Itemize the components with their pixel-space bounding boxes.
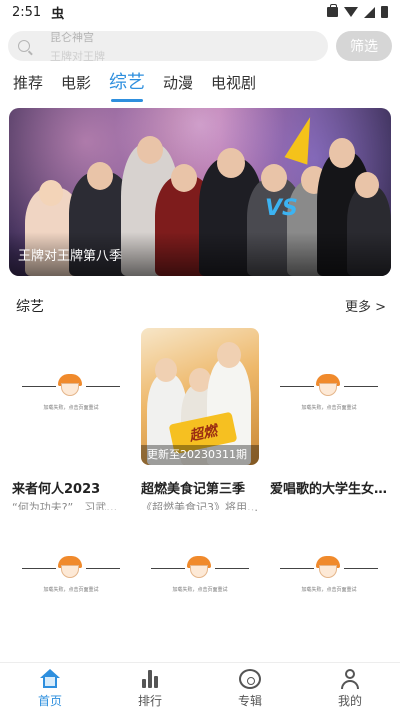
search-hint-carousel: 昆仑神宫 王牌对王牌 [50,31,310,61]
search-input[interactable]: 昆仑神宫 王牌对王牌 [8,31,328,61]
mascot-icon [187,556,211,578]
nav-home[interactable]: 首页 [0,663,100,711]
status-time: 2:51 [12,4,42,20]
search-hint-secondary: 王牌对王牌 [50,50,105,61]
placeholder-line [280,568,314,569]
tab-tv-series[interactable]: 电视剧 [211,70,256,96]
placeholder-line [86,386,120,387]
show-thumbnail: 加载失败，点击页面重试 [12,328,130,465]
placeholder-text: 加载失败，点击页面重试 [301,405,357,411]
profile-icon [339,669,361,689]
show-thumbnail: 超燃 更新至20230311期 [141,328,259,465]
banner-figure-head [39,180,63,206]
search-row: 昆仑神宫 王牌对王牌 筛选 [8,31,392,61]
section-header-variety: 综艺 更多 > [16,296,386,316]
status-icons [327,4,388,18]
banner-figure-head [171,164,197,192]
load-failed-placeholder: 加载失败，点击页面重试 [12,328,130,465]
show-thumbnail: 加载失败，点击页面重试 [270,328,388,465]
tab-anime[interactable]: 动漫 [163,70,193,96]
mascot-icon [58,374,82,396]
banner-figure-head [329,138,355,168]
banner-figure-head [355,172,379,198]
featured-banner[interactable]: VS 王牌对王牌第八季 [9,108,391,276]
placeholder-line [344,568,378,569]
briefcase-icon [327,4,338,17]
show-thumbnail: 加载失败，点击页面重试 [141,510,259,647]
banner-caption: 王牌对王牌第八季 [18,249,123,264]
banner-figure-head [87,162,113,190]
app-notification-icon: 虫 [51,6,65,22]
show-title: 来者何人2023 [12,482,101,497]
tab-variety[interactable]: 综艺 [109,70,145,102]
load-failed-placeholder: 加载失败，点击页面重试 [141,510,259,647]
nav-ranking[interactable]: 排行 [100,663,200,711]
placeholder-text: 加载失败，点击页面重试 [43,405,99,411]
filter-button[interactable]: 筛选 [336,31,392,61]
placeholder-line [151,568,185,569]
placeholder-text: 加载失败，点击页面重试 [43,587,99,593]
banner-figure-head [261,164,287,192]
show-thumbnail: 加载失败，点击页面重试 [270,510,388,647]
tab-recommend[interactable]: 推荐 [13,70,43,96]
mascot-icon [58,556,82,578]
load-failed-placeholder: 加载失败，点击页面重试 [270,510,388,647]
placeholder-line [215,568,249,569]
nav-label: 我的 [337,694,362,708]
more-link[interactable]: 更多 > [345,296,386,315]
update-badge: 更新至20230311期 [141,445,259,465]
signal-icon [364,6,375,18]
poster-figure-head [217,342,241,368]
nav-label: 专辑 [237,694,262,708]
album-icon [239,669,261,689]
placeholder-line [22,386,56,387]
load-failed-placeholder: 加载失败，点击页面重试 [12,510,130,647]
mascot-icon [316,374,340,396]
placeholder-line [22,568,56,569]
show-thumbnail: 加载失败，点击页面重试 [12,510,130,647]
search-hint-primary: 昆仑神宫 [50,31,94,44]
battery-icon [381,6,388,18]
search-icon [18,40,30,52]
nav-profile[interactable]: 我的 [300,663,400,711]
poster-figure-head [155,358,177,382]
nav-label: 排行 [137,694,162,708]
placeholder-line [344,386,378,387]
nav-album[interactable]: 专辑 [200,663,300,711]
placeholder-text: 加载失败，点击页面重试 [301,587,357,593]
mascot-icon [316,556,340,578]
status-bar: 2:51 虫 [0,0,400,24]
category-tabs: 推荐 电影 综艺 动漫 电视剧 [13,70,274,102]
nav-label: 首页 [37,694,62,708]
tab-movies[interactable]: 电影 [61,70,91,96]
bottom-nav: 首页 排行 专辑 我的 [0,662,400,711]
wifi-icon [344,7,358,17]
placeholder-line [280,386,314,387]
banner-vs-logo: VS [265,196,298,221]
placeholder-text: 加载失败，点击页面重试 [172,587,228,593]
section-title: 综艺 [16,299,44,315]
show-title: 爱唱歌的大学生女… [270,482,388,497]
show-title: 超燃美食记第三季 [141,482,246,497]
ranking-icon [139,669,161,689]
banner-figure-head [137,136,163,164]
load-failed-placeholder: 加载失败，点击页面重试 [270,328,388,465]
banner-figure-head [217,148,245,178]
home-icon [39,669,61,689]
placeholder-line [86,568,120,569]
show-poster-image: 超燃 更新至20230311期 [141,328,259,465]
